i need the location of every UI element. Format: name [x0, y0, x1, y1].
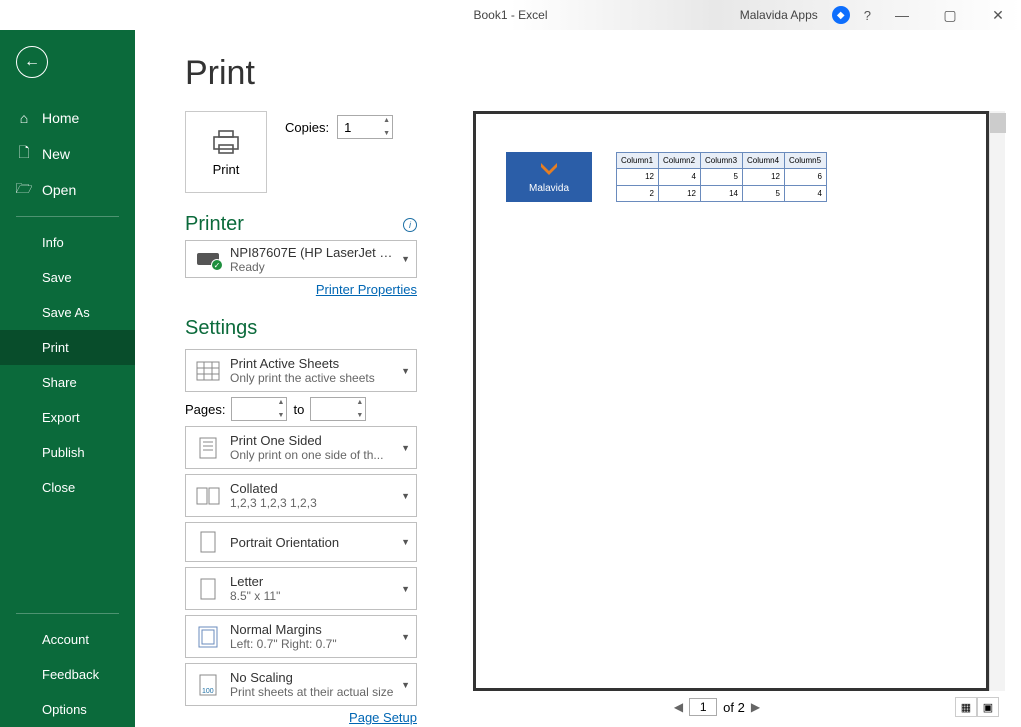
print-preview: Malavida Column1Column2Column3Column4Col… — [473, 111, 989, 691]
paper-size-selector[interactable]: Letter8.5" x 11" ▼ — [185, 567, 417, 610]
page-total: of 2 — [723, 700, 745, 715]
document-title: Book1 - Excel — [473, 8, 547, 22]
sidebar-item-publish[interactable]: Publish — [0, 435, 135, 470]
copies-input[interactable]: 1 ▲▼ — [337, 115, 393, 139]
preview-scrollbar[interactable] — [989, 111, 1005, 691]
page-number-input[interactable] — [689, 698, 717, 716]
scaling-icon: 100 — [194, 672, 222, 698]
backstage-sidebar: ← ⌂ Home 🗋 New 🗁 Open Info Save Save As … — [0, 30, 135, 727]
document-icon: 🗋 — [16, 146, 32, 162]
sidebar-item-options[interactable]: Options — [0, 692, 135, 727]
margins-selector[interactable]: Normal MarginsLeft: 0.7" Right: 0.7" ▼ — [185, 615, 417, 658]
sidebar-item-share[interactable]: Share — [0, 365, 135, 400]
sidebar-item-print[interactable]: Print — [0, 330, 135, 365]
sidebar-item-save[interactable]: Save — [0, 260, 135, 295]
pages-label: Pages: — [185, 402, 225, 417]
malavida-icon: ◆ — [832, 6, 850, 24]
sides-selector[interactable]: Print One SidedOnly print on one side of… — [185, 426, 417, 469]
collate-icon — [194, 483, 222, 509]
print-button[interactable]: Print — [185, 111, 267, 193]
printer-icon — [210, 128, 242, 156]
printer-info-icon[interactable]: i — [403, 218, 417, 232]
close-button[interactable]: ✕ — [981, 3, 1015, 27]
malavida-logo: Malavida — [506, 152, 592, 202]
printer-heading: Printer — [185, 213, 244, 236]
minimize-button[interactable]: — — [885, 3, 919, 27]
pages-to-input[interactable]: ▲▼ — [310, 397, 366, 421]
svg-text:100: 100 — [202, 688, 214, 695]
help-button[interactable]: ? — [864, 8, 871, 23]
restore-button[interactable]: ▢ — [933, 3, 967, 27]
sidebar-item-new[interactable]: 🗋 New — [0, 136, 135, 172]
sidebar-item-feedback[interactable]: Feedback — [0, 657, 135, 692]
page-icon — [194, 435, 222, 461]
sidebar-item-export[interactable]: Export — [0, 400, 135, 435]
title-bar: Book1 - Excel Malavida Apps ◆ ? — ▢ ✕ — [0, 0, 1021, 30]
settings-heading: Settings — [185, 317, 257, 340]
folder-open-icon: 🗁 — [16, 182, 32, 198]
sidebar-item-save-as[interactable]: Save As — [0, 295, 135, 330]
back-button[interactable]: ← — [16, 46, 48, 78]
malavida-label: Malavida Apps — [740, 8, 818, 22]
sidebar-item-account[interactable]: Account — [0, 622, 135, 657]
orientation-selector[interactable]: Portrait Orientation ▼ — [185, 522, 417, 562]
sidebar-item-open[interactable]: 🗁 Open — [0, 172, 135, 208]
sidebar-item-close[interactable]: Close — [0, 470, 135, 505]
margins-icon — [194, 624, 222, 650]
pages-from-input[interactable]: ▲▼ — [231, 397, 287, 421]
page-setup-link[interactable]: Page Setup — [185, 710, 417, 725]
prev-page-button[interactable]: ◀ — [674, 700, 683, 714]
page-title: Print — [185, 54, 1005, 93]
next-page-button[interactable]: ▶ — [751, 700, 760, 714]
paper-icon — [194, 576, 222, 602]
chevron-down-icon: ▼ — [401, 254, 410, 264]
zoom-to-page-button[interactable]: ▣ — [977, 697, 999, 717]
printer-selector[interactable]: ✓ NPI87607E (HP LaserJet M15... Ready ▼ — [185, 240, 417, 278]
collate-selector[interactable]: Collated1,2,3 1,2,3 1,2,3 ▼ — [185, 474, 417, 517]
sidebar-item-info[interactable]: Info — [0, 225, 135, 260]
portrait-icon — [194, 529, 222, 555]
printer-device-icon: ✓ — [194, 246, 222, 272]
sheets-icon — [194, 358, 222, 384]
scaling-selector[interactable]: 100 No ScalingPrint sheets at their actu… — [185, 663, 417, 706]
print-what-selector[interactable]: Print Active SheetsOnly print the active… — [185, 349, 417, 392]
show-margins-button[interactable]: ▦ — [955, 697, 977, 717]
printer-properties-link[interactable]: Printer Properties — [185, 282, 417, 297]
home-icon: ⌂ — [16, 110, 32, 126]
sidebar-item-home[interactable]: ⌂ Home — [0, 100, 135, 136]
copies-label: Copies: — [285, 120, 329, 135]
preview-table: Column1Column2Column3Column4Column5 1245… — [616, 152, 827, 202]
